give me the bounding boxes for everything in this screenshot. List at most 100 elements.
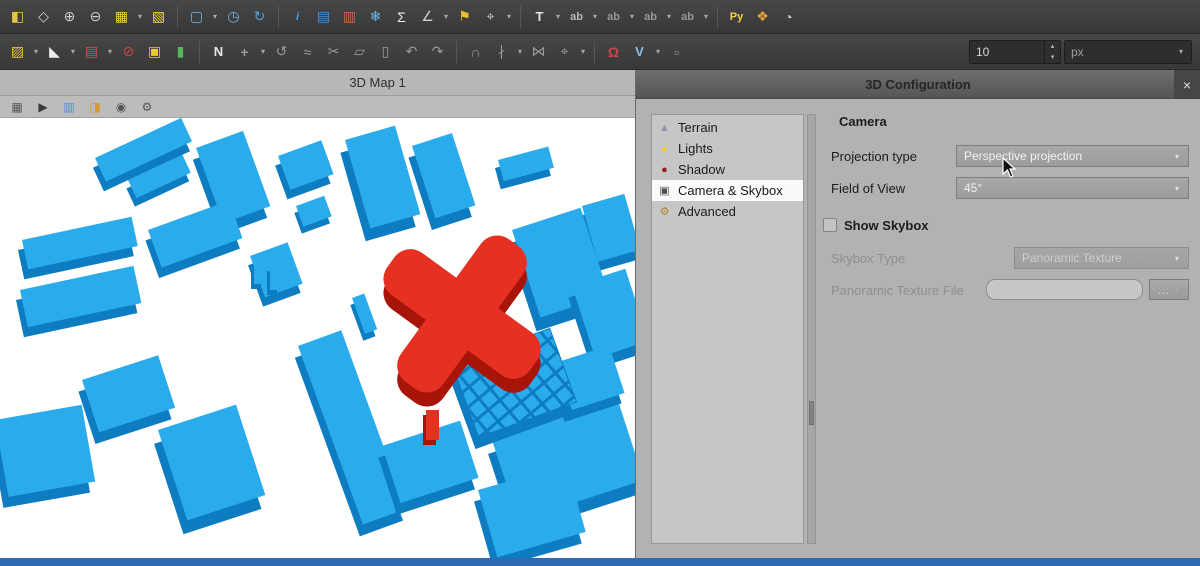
camera-control-icon[interactable]: ▦ xyxy=(8,98,26,116)
plugin-manager-icon[interactable]: ❖ xyxy=(751,5,774,28)
redo-icon[interactable]: ↷ xyxy=(426,40,449,63)
export-scene-icon[interactable]: ◨ xyxy=(86,98,104,116)
label-tool-icon[interactable]: ab xyxy=(602,5,625,28)
spinner-value[interactable]: 10 xyxy=(970,41,1044,63)
layer-styling-icon[interactable]: ◧ xyxy=(6,5,29,28)
statistical-summary-icon[interactable]: Σ xyxy=(390,5,413,28)
projection-type-label: Projection type xyxy=(831,149,917,164)
dropdown-caret-icon[interactable]: ▾ xyxy=(32,47,40,56)
nav-item-lights[interactable]: ● Lights xyxy=(652,138,803,159)
label-tool-icon[interactable]: ab xyxy=(565,5,588,28)
new-map-view-icon[interactable]: ▢ xyxy=(185,5,208,28)
select-features-icon[interactable]: ▦ xyxy=(110,5,133,28)
dropdown-caret-icon[interactable]: ▾ xyxy=(516,47,524,56)
zoom-to-selection-icon[interactable]: ⌖ xyxy=(479,5,502,28)
gradient-fill-icon[interactable]: ◣ xyxy=(43,40,66,63)
nav-item-shadow[interactable]: ● Shadow xyxy=(652,159,803,180)
vertex-tool-icon[interactable]: ⌖ xyxy=(553,40,576,63)
digitize-with-curve-icon[interactable]: V xyxy=(628,40,651,63)
map-panel-toolbar: ▦ ▶ ▥ ◨ ◉ ⚙ xyxy=(0,96,635,118)
add-feature-icon[interactable]: ▮ xyxy=(169,40,192,63)
pan-map-icon[interactable]: ◇ xyxy=(32,5,55,28)
toolbar-separator xyxy=(278,6,279,28)
deselect-features-icon[interactable]: ▧ xyxy=(147,5,170,28)
skybox-type-value: Panoramic Texture xyxy=(1022,251,1122,265)
simplify-feature-icon[interactable]: ≈ xyxy=(296,40,319,63)
nav-item-camera-skybox[interactable]: ▣ Camera & Skybox xyxy=(652,180,803,201)
metasearch-icon[interactable]: ◔ xyxy=(777,5,800,28)
dropdown-caret-icon[interactable]: ▾ xyxy=(591,12,599,21)
nav-item-label: Camera & Skybox xyxy=(678,183,783,198)
zoom-out-icon[interactable]: ⊖ xyxy=(84,5,107,28)
toggle-editing-icon[interactable]: ⊘ xyxy=(117,40,140,63)
refresh-map-icon[interactable]: ↻ xyxy=(248,5,271,28)
close-button[interactable]: × xyxy=(1174,70,1200,99)
dropdown-caret-icon[interactable]: ▾ xyxy=(106,47,114,56)
paste-features-icon[interactable]: ▯ xyxy=(374,40,397,63)
field-of-view-select[interactable]: 45° ▾ xyxy=(956,177,1189,199)
dropdown-caret-icon[interactable]: ▾ xyxy=(211,12,219,21)
scrollbar-handle[interactable] xyxy=(809,401,814,425)
dropdown-caret-icon[interactable]: ▾ xyxy=(665,12,673,21)
show-skybox-label[interactable]: Show Skybox xyxy=(844,218,929,233)
nav-item-advanced[interactable]: ⚙ Advanced xyxy=(652,201,803,222)
projection-type-select[interactable]: Perspective projection ▾ xyxy=(956,145,1189,167)
dropdown-caret-icon[interactable]: ▾ xyxy=(136,12,144,21)
rotate-feature-icon[interactable]: ↺ xyxy=(270,40,293,63)
spin-down-icon[interactable]: ▾ xyxy=(1045,52,1060,63)
cut-features-icon[interactable]: ✂ xyxy=(322,40,345,63)
dropdown-caret-icon[interactable]: ▾ xyxy=(259,47,267,56)
dropdown-caret-icon[interactable]: ▾ xyxy=(579,47,587,56)
map-tips-icon[interactable]: ⚑ xyxy=(453,5,476,28)
label-tool-icon[interactable]: ab xyxy=(676,5,699,28)
nav-scrollbar[interactable] xyxy=(807,114,816,544)
dropdown-caret-icon[interactable]: ▾ xyxy=(554,12,562,21)
label-tool-icon[interactable]: ab xyxy=(639,5,662,28)
undo-icon[interactable]: ↶ xyxy=(400,40,423,63)
move-feature-icon[interactable]: + xyxy=(233,40,256,63)
dropdown-caret-icon[interactable]: ▾ xyxy=(628,12,636,21)
unit-select[interactable]: px ▾ xyxy=(1064,40,1192,64)
copy-features-icon[interactable]: ▱ xyxy=(348,40,371,63)
spin-up-icon[interactable]: ▴ xyxy=(1045,41,1060,52)
dropdown-caret-icon[interactable]: ▾ xyxy=(442,12,450,21)
spinner-arrows[interactable]: ▴ ▾ xyxy=(1044,41,1060,63)
toolbar-separator xyxy=(199,41,200,63)
measure-icon[interactable]: ∠ xyxy=(416,5,439,28)
north-arrow-icon[interactable]: N xyxy=(207,40,230,63)
3d-map-view[interactable] xyxy=(0,118,635,558)
dialog-titlebar[interactable]: 3D Configuration xyxy=(636,70,1200,99)
save-edits-icon[interactable]: ▣ xyxy=(143,40,166,63)
split-features-icon[interactable]: ∤ xyxy=(490,40,513,63)
nav-item-label: Terrain xyxy=(678,120,718,135)
dropdown-caret-icon[interactable]: ▾ xyxy=(69,47,77,56)
play-animation-icon[interactable]: ▶ xyxy=(34,98,52,116)
reshape-features-icon[interactable]: ∩ xyxy=(464,40,487,63)
attribute-table-icon[interactable]: ▤ xyxy=(312,5,335,28)
text-annotation-icon[interactable]: T xyxy=(528,5,551,28)
visibility-icon[interactable]: ◉ xyxy=(112,98,130,116)
dropdown-caret-icon[interactable]: ▾ xyxy=(702,12,710,21)
dropdown-caret-icon[interactable]: ▾ xyxy=(654,47,662,56)
zoom-in-icon[interactable]: ⊕ xyxy=(58,5,81,28)
dropdown-caret-icon[interactable]: ▾ xyxy=(505,12,513,21)
skybox-type-select: Panoramic Texture ▾ xyxy=(1014,247,1189,269)
new-vector-layer-icon[interactable]: ▤ xyxy=(80,40,103,63)
show-skybox-checkbox[interactable] xyxy=(823,218,837,232)
nav-item-terrain[interactable]: ▲ Terrain xyxy=(652,117,803,138)
python-console-icon[interactable]: Py xyxy=(725,5,748,28)
tolerance-spinner[interactable]: 10 ▴ ▾ xyxy=(969,40,1061,64)
configure-effects-icon[interactable]: ⚙ xyxy=(138,98,156,116)
raster-histogram-icon[interactable]: ▥ xyxy=(338,5,361,28)
merge-features-icon[interactable]: ⋈ xyxy=(527,40,550,63)
dropdown-caret-icon[interactable]: ▾ xyxy=(1177,47,1185,56)
tracing-icon[interactable]: ▫ xyxy=(665,40,688,63)
current-edits-icon[interactable]: ▨ xyxy=(6,40,29,63)
temporal-controller-icon[interactable]: ◷ xyxy=(222,5,245,28)
processing-toolbox-icon[interactable]: ❄ xyxy=(364,5,387,28)
identify-features-icon[interactable]: i xyxy=(286,5,309,28)
skybox-type-label: Skybox Type xyxy=(831,251,905,266)
toolbar-separator xyxy=(177,6,178,28)
snapping-icon[interactable]: Ω xyxy=(602,40,625,63)
save-as-image-icon[interactable]: ▥ xyxy=(60,98,78,116)
